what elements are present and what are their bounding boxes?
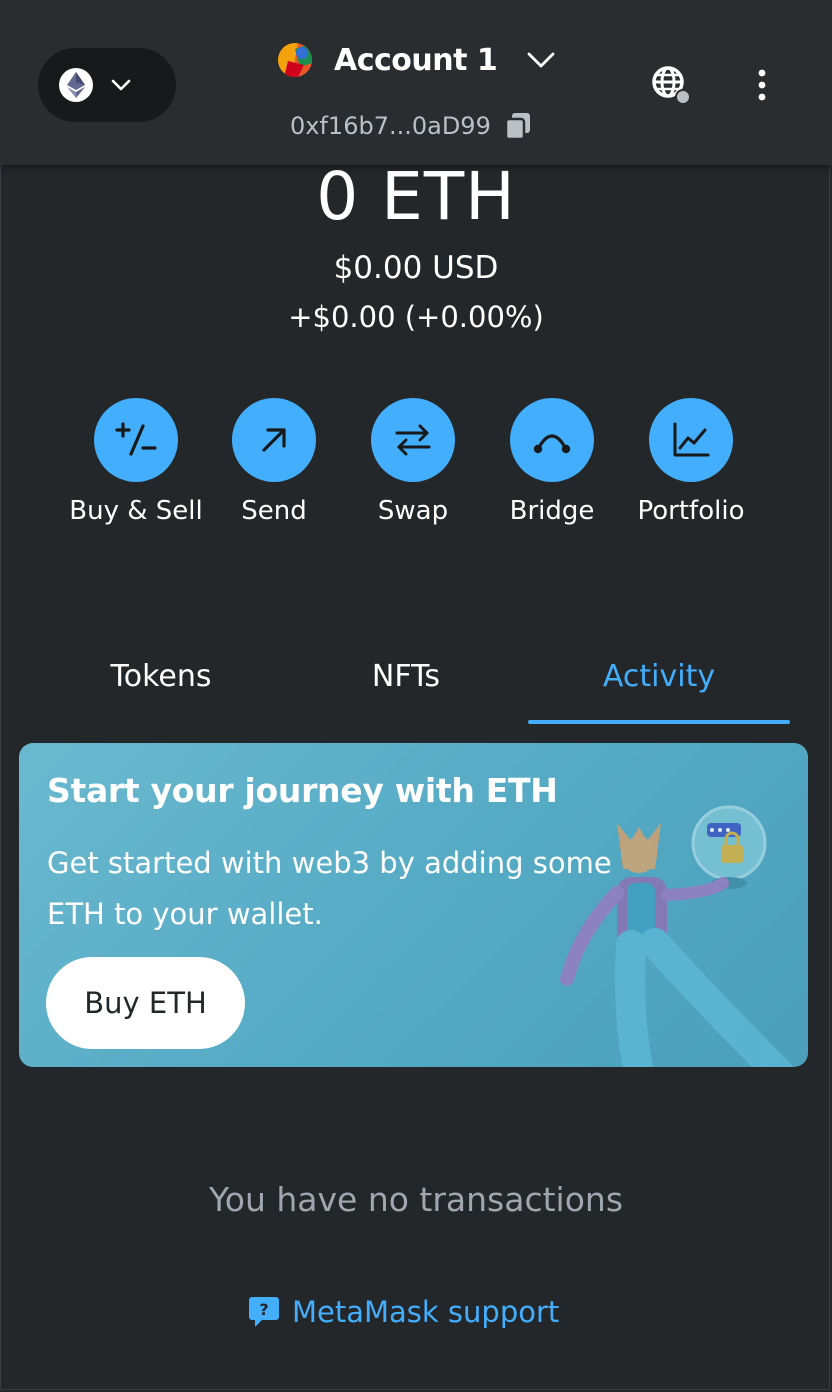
portfolio-chart-icon [649, 398, 733, 482]
more-options-icon[interactable] [750, 66, 774, 106]
portfolio-label: Portfolio [637, 496, 745, 526]
account-menu-button[interactable]: Account 1 [278, 38, 555, 82]
buy-sell-icon [94, 398, 178, 482]
account-avatar [278, 43, 312, 77]
network-picker[interactable] [38, 48, 176, 122]
banner-title: Start your journey with ETH [47, 771, 558, 810]
bridge-icon [510, 398, 594, 482]
send-label: Send [241, 496, 307, 526]
bridge-label: Bridge [509, 496, 595, 526]
swap-icon [371, 398, 455, 482]
usd-balance: $0.00 USD [333, 250, 499, 286]
balance-change: +$0.00 (+0.00%) [288, 300, 544, 334]
buy-sell-label: Buy & Sell [69, 496, 203, 526]
account-address[interactable]: 0xf16b7...0aD99 [290, 106, 533, 146]
asset-tabs: Tokens NFTs Activity [40, 650, 790, 726]
banner-description: Get started with web3 by adding some ETH… [47, 846, 612, 931]
ethereum-icon [59, 68, 93, 102]
swap-label: Swap [377, 496, 449, 526]
tab-activity[interactable]: Activity [528, 650, 790, 722]
active-tab-indicator [528, 720, 790, 724]
bridge-button[interactable]: Bridge [472, 398, 632, 526]
address-text: 0xf16b7...0aD99 [290, 112, 491, 140]
send-arrow-icon [232, 398, 316, 482]
send-button[interactable]: Send [194, 398, 354, 526]
swap-button[interactable]: Swap [333, 398, 493, 526]
buy-eth-button[interactable]: Buy ETH [46, 957, 245, 1049]
tab-tokens[interactable]: Tokens [40, 650, 282, 722]
tab-nfts[interactable]: NFTs [284, 650, 528, 722]
support-link-label: MetaMask support [292, 1295, 560, 1329]
buy-sell-button[interactable]: Buy & Sell [56, 398, 216, 526]
svg-text:?: ? [259, 1300, 268, 1319]
connected-sites-globe-icon[interactable] [650, 64, 692, 106]
metamask-support-link[interactable]: ? MetaMask support [248, 1290, 559, 1334]
support-chat-icon: ? [249, 1297, 279, 1327]
copy-icon[interactable] [503, 111, 533, 141]
portfolio-button[interactable]: Portfolio [611, 398, 771, 526]
app-header: Account 1 0xf16b7...0aD99 [0, 0, 832, 165]
eth-balance: 0 ETH [316, 158, 516, 235]
chevron-down-icon [527, 52, 555, 68]
account-name: Account 1 [334, 42, 498, 78]
no-transactions-message: You have no transactions [208, 1180, 624, 1219]
chevron-down-icon [111, 79, 131, 91]
action-buttons: Buy & Sell Send Swap Bridge Portfolio [0, 398, 832, 538]
buy-eth-banner: Start your journey with ETH Get started … [19, 743, 808, 1067]
